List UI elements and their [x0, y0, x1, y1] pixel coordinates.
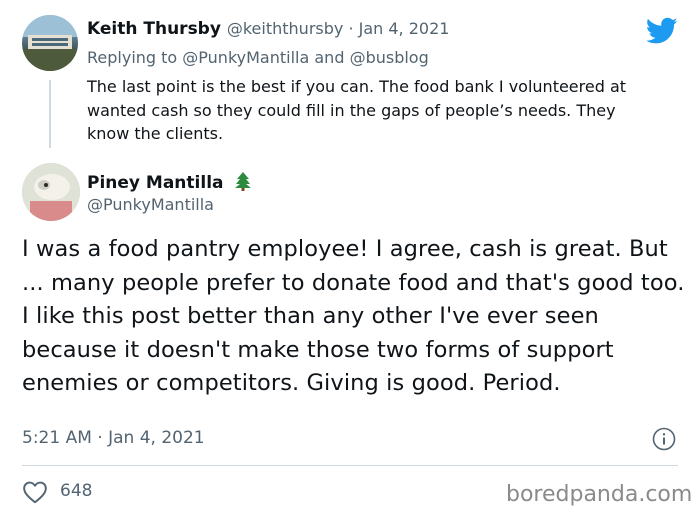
heart-icon[interactable]	[22, 480, 48, 504]
mention-link-2[interactable]: @busblog	[350, 48, 429, 67]
mention-link-1[interactable]: @PunkyMantilla	[182, 48, 309, 67]
tweet-divider	[22, 465, 678, 466]
main-author-name[interactable]: Piney Mantilla	[87, 173, 224, 193]
reply-date[interactable]: Jan 4, 2021	[359, 19, 450, 38]
reply-author-row: Keith Thursby @keiththursby · Jan 4, 202…	[87, 19, 449, 39]
replying-prefix: Replying to	[87, 48, 183, 67]
watermark: boredpanda.com	[506, 482, 693, 507]
reply-tweet-text: The last point is the best if you can. T…	[87, 77, 627, 143]
twitter-bird-icon[interactable]	[646, 17, 678, 45]
main-author-avatar[interactable]	[22, 163, 80, 221]
replying-joiner: and	[309, 48, 350, 67]
reply-author-name[interactable]: Keith Thursby	[87, 19, 221, 39]
tweet-timestamp[interactable]: 5:21 AM · Jan 4, 2021	[22, 428, 205, 448]
main-tweet-text: I was a food pantry employee! I agree, c…	[22, 236, 685, 396]
reply-author-handle[interactable]: @keiththursby	[227, 19, 344, 38]
main-author-name-row: Piney Mantilla	[87, 171, 253, 193]
reply-separator: ·	[343, 19, 359, 38]
reply-author-avatar[interactable]	[22, 15, 78, 71]
info-icon[interactable]	[652, 427, 676, 451]
thread-connector-line	[49, 80, 51, 148]
evergreen-tree-icon	[235, 172, 252, 191]
like-count: 648	[60, 481, 93, 501]
replying-to-line: Replying to @PunkyMantilla and @busblog	[87, 48, 429, 67]
main-author-handle[interactable]: @PunkyMantilla	[87, 195, 214, 214]
